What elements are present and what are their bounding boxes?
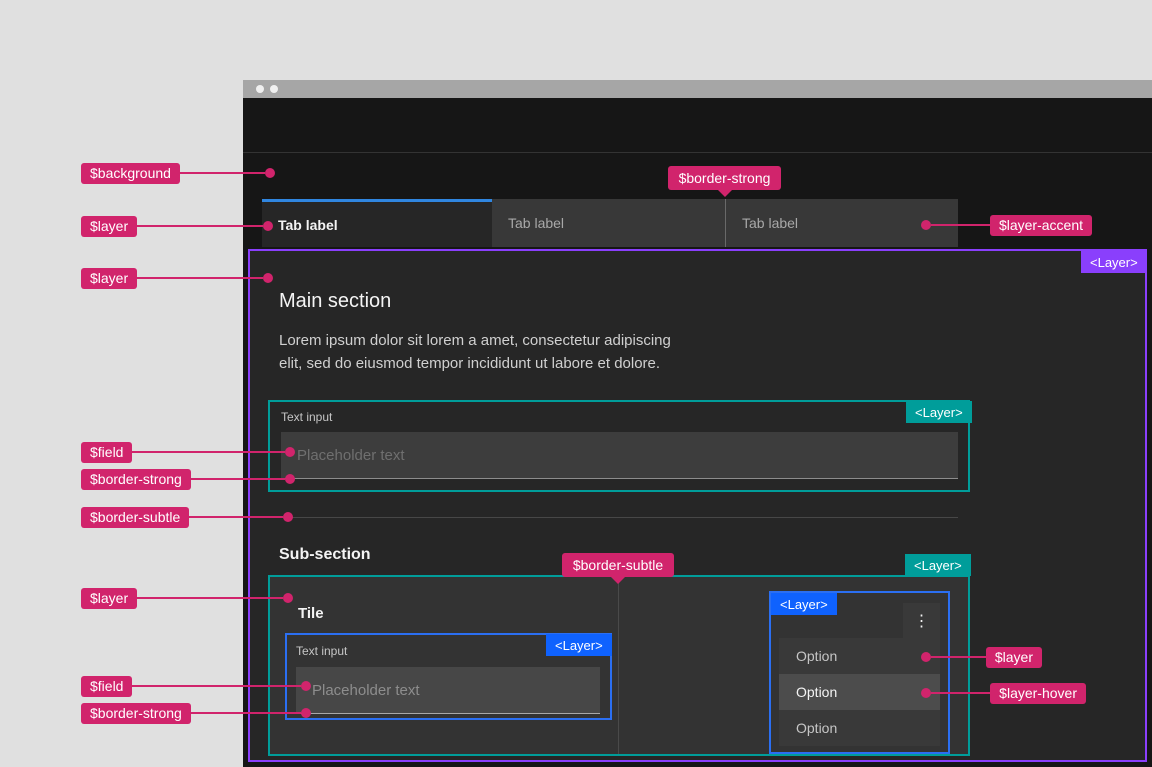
main-section-heading: Main section bbox=[279, 290, 392, 312]
window-titlebar bbox=[243, 80, 1152, 98]
annotation-field-1: $field bbox=[81, 439, 295, 465]
annotation-dot bbox=[265, 168, 275, 178]
layer-badge-teal: <Layer> bbox=[906, 401, 972, 423]
annotation-badge: $border-strong bbox=[678, 170, 771, 186]
annotation-badge: $layer bbox=[81, 215, 138, 237]
annotation-line bbox=[931, 692, 991, 694]
tab-label: Tab label bbox=[278, 216, 338, 233]
annotation-badge: $field bbox=[81, 675, 133, 697]
annotation-line bbox=[931, 656, 986, 658]
annotation-line bbox=[132, 685, 301, 687]
annotation-line bbox=[189, 516, 283, 518]
annotation-badge: $border-strong bbox=[81, 468, 191, 490]
layer-badge-label: <Layer> bbox=[915, 404, 963, 420]
window-control-dot[interactable] bbox=[256, 85, 264, 93]
overflow-menu-button[interactable]: ⋮ bbox=[903, 603, 940, 638]
menu-option-hovered[interactable]: Option bbox=[779, 674, 940, 710]
annotation-badge: $layer bbox=[985, 646, 1042, 668]
layer-badge-label: <Layer> bbox=[1090, 254, 1138, 270]
annotation-line bbox=[137, 225, 263, 227]
layer-badge-teal: <Layer> bbox=[905, 554, 971, 576]
layer-badge-purple: <Layer> bbox=[1081, 251, 1147, 273]
annotation-border-strong-1: $border-strong bbox=[81, 466, 295, 492]
layer-badge-label: <Layer> bbox=[914, 557, 962, 573]
annotation-dot bbox=[283, 512, 293, 522]
annotation-dot bbox=[301, 681, 311, 691]
annotation-badge: $layer bbox=[81, 587, 138, 609]
annotation-tooltip-border-strong: $border-strong bbox=[668, 166, 781, 190]
annotation-layer-subsection: $layer bbox=[81, 585, 293, 611]
tab-1-selected[interactable]: Tab label bbox=[262, 199, 492, 247]
tab-label: Tab label bbox=[508, 215, 565, 231]
annotation-badge: $layer-accent bbox=[989, 214, 1092, 236]
annotation-field-2: $field bbox=[81, 673, 311, 699]
annotation-line bbox=[132, 451, 285, 453]
annotation-badge: $background bbox=[81, 162, 180, 184]
tile-text-input-field[interactable] bbox=[296, 667, 600, 714]
annotation-border-subtle: $border-subtle bbox=[81, 504, 293, 530]
annotation-dot bbox=[263, 273, 273, 283]
token-annotation-figure: Tab label Tab label Tab label <Layer> Ma… bbox=[0, 0, 1152, 767]
annotation-line bbox=[137, 597, 283, 599]
annotation-line bbox=[190, 712, 301, 714]
tab-2[interactable]: Tab label bbox=[492, 199, 725, 247]
annotation-dot bbox=[921, 688, 931, 698]
overflow-menu-icon: ⋮ bbox=[913, 612, 930, 630]
layer-badge-label: <Layer> bbox=[555, 637, 603, 653]
annotation-layer-option: $layer bbox=[921, 644, 1042, 670]
tile-heading: Tile bbox=[298, 605, 324, 622]
header-divider bbox=[243, 152, 1152, 153]
annotation-badge: $border-subtle bbox=[81, 506, 190, 528]
text-input-label: Text input bbox=[281, 410, 333, 424]
overflow-menu-panel: Option Option Option bbox=[779, 638, 940, 746]
annotation-line bbox=[190, 478, 285, 480]
annotation-border-strong-2: $border-strong bbox=[81, 700, 311, 726]
annotation-line bbox=[137, 277, 263, 279]
annotation-dot bbox=[921, 220, 931, 230]
annotation-badge: $layer bbox=[81, 267, 138, 289]
subsection-heading: Sub-section bbox=[279, 546, 371, 563]
tile-text-input-label: Text input bbox=[296, 644, 348, 658]
text-input-field[interactable] bbox=[281, 432, 958, 479]
window-control-dot[interactable] bbox=[270, 85, 278, 93]
layer-badge-label: <Layer> bbox=[780, 596, 828, 612]
menu-option[interactable]: Option bbox=[779, 710, 940, 746]
main-section-body: Lorem ipsum dolor sit lorem a amet, cons… bbox=[279, 332, 671, 372]
annotation-dot bbox=[301, 708, 311, 718]
annotation-dot bbox=[283, 593, 293, 603]
annotation-badge: $layer-hover bbox=[990, 682, 1086, 704]
annotation-line bbox=[931, 224, 990, 226]
annotation-badge: $border-subtle bbox=[572, 557, 664, 573]
annotation-dot bbox=[263, 221, 273, 231]
annotation-line bbox=[179, 172, 265, 174]
tab-label: Tab label bbox=[742, 215, 799, 231]
annotation-dot bbox=[285, 474, 295, 484]
annotation-badge: $field bbox=[81, 441, 133, 463]
annotation-layer-accent: $layer-accent bbox=[921, 212, 1092, 238]
annotation-tooltip-border-subtle: $border-subtle bbox=[562, 553, 674, 577]
annotation-badge: $border-strong bbox=[81, 702, 191, 724]
annotation-layer-hover: $layer-hover bbox=[921, 680, 1086, 706]
annotation-dot bbox=[921, 652, 931, 662]
annotation-layer-tab: $layer bbox=[81, 213, 273, 239]
menu-option[interactable]: Option bbox=[779, 638, 940, 674]
annotation-dot bbox=[285, 447, 295, 457]
annotation-background: $background bbox=[81, 160, 275, 186]
annotation-layer-main: $layer bbox=[81, 265, 273, 291]
subsection-vertical-divider bbox=[618, 577, 619, 754]
layer-badge-blue: <Layer> bbox=[546, 634, 612, 656]
section-divider bbox=[280, 517, 958, 518]
layer-badge-blue: <Layer> bbox=[771, 593, 837, 615]
